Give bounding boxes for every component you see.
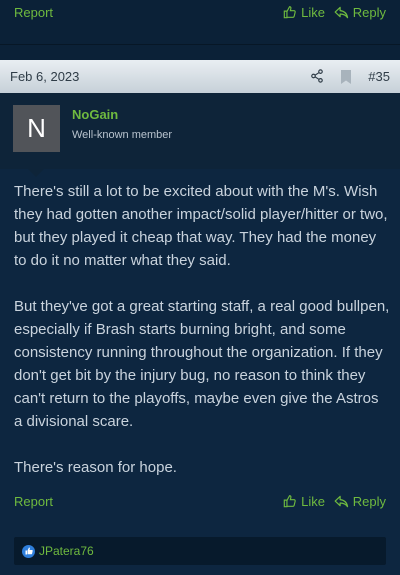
reactions-bar: JPatera76 (14, 537, 386, 565)
user-title: Well-known member (72, 129, 173, 141)
reaction-users-link[interactable]: JPatera76 (39, 544, 94, 558)
thumbs-up-icon (283, 6, 296, 19)
reply-label: Reply (352, 493, 386, 509)
like-label: Like (301, 4, 325, 20)
avatar[interactable]: N (13, 105, 60, 152)
reply-button[interactable]: Reply (334, 5, 386, 20)
post-paragraph: There's still a lot to be excited about … (14, 183, 388, 269)
author-pointer (28, 169, 44, 177)
thumbs-up-icon (283, 495, 296, 508)
report-link[interactable]: Report (14, 5, 53, 20)
post-date[interactable]: Feb 6, 2023 (10, 69, 79, 84)
post-body: There's still a lot to be excited about … (14, 180, 390, 502)
like-reaction-icon (22, 544, 35, 558)
like-button[interactable]: Like (283, 494, 325, 509)
forum-post: Feb 6, 2023 #35 N NoGain Well-known memb… (0, 60, 400, 575)
bookmark-icon[interactable] (340, 70, 352, 87)
reply-arrow-icon (334, 6, 348, 18)
previous-post-footer: Report Like Reply (0, 0, 400, 45)
reply-label: Reply (352, 4, 386, 20)
post-paragraph: There's reason for hope. (14, 459, 177, 476)
share-icon[interactable] (310, 69, 324, 86)
post-number[interactable]: #35 (368, 69, 390, 84)
like-button[interactable]: Like (283, 5, 325, 20)
post-author: N NoGain Well-known member (0, 93, 400, 169)
reply-arrow-icon (334, 495, 348, 507)
like-label: Like (301, 493, 325, 509)
report-link[interactable]: Report (14, 494, 53, 509)
username[interactable]: NoGain (72, 107, 118, 122)
post-paragraph: But they've got a great starting staff, … (14, 298, 390, 430)
post-header: Feb 6, 2023 #35 (0, 60, 400, 93)
reply-button[interactable]: Reply (334, 494, 386, 509)
